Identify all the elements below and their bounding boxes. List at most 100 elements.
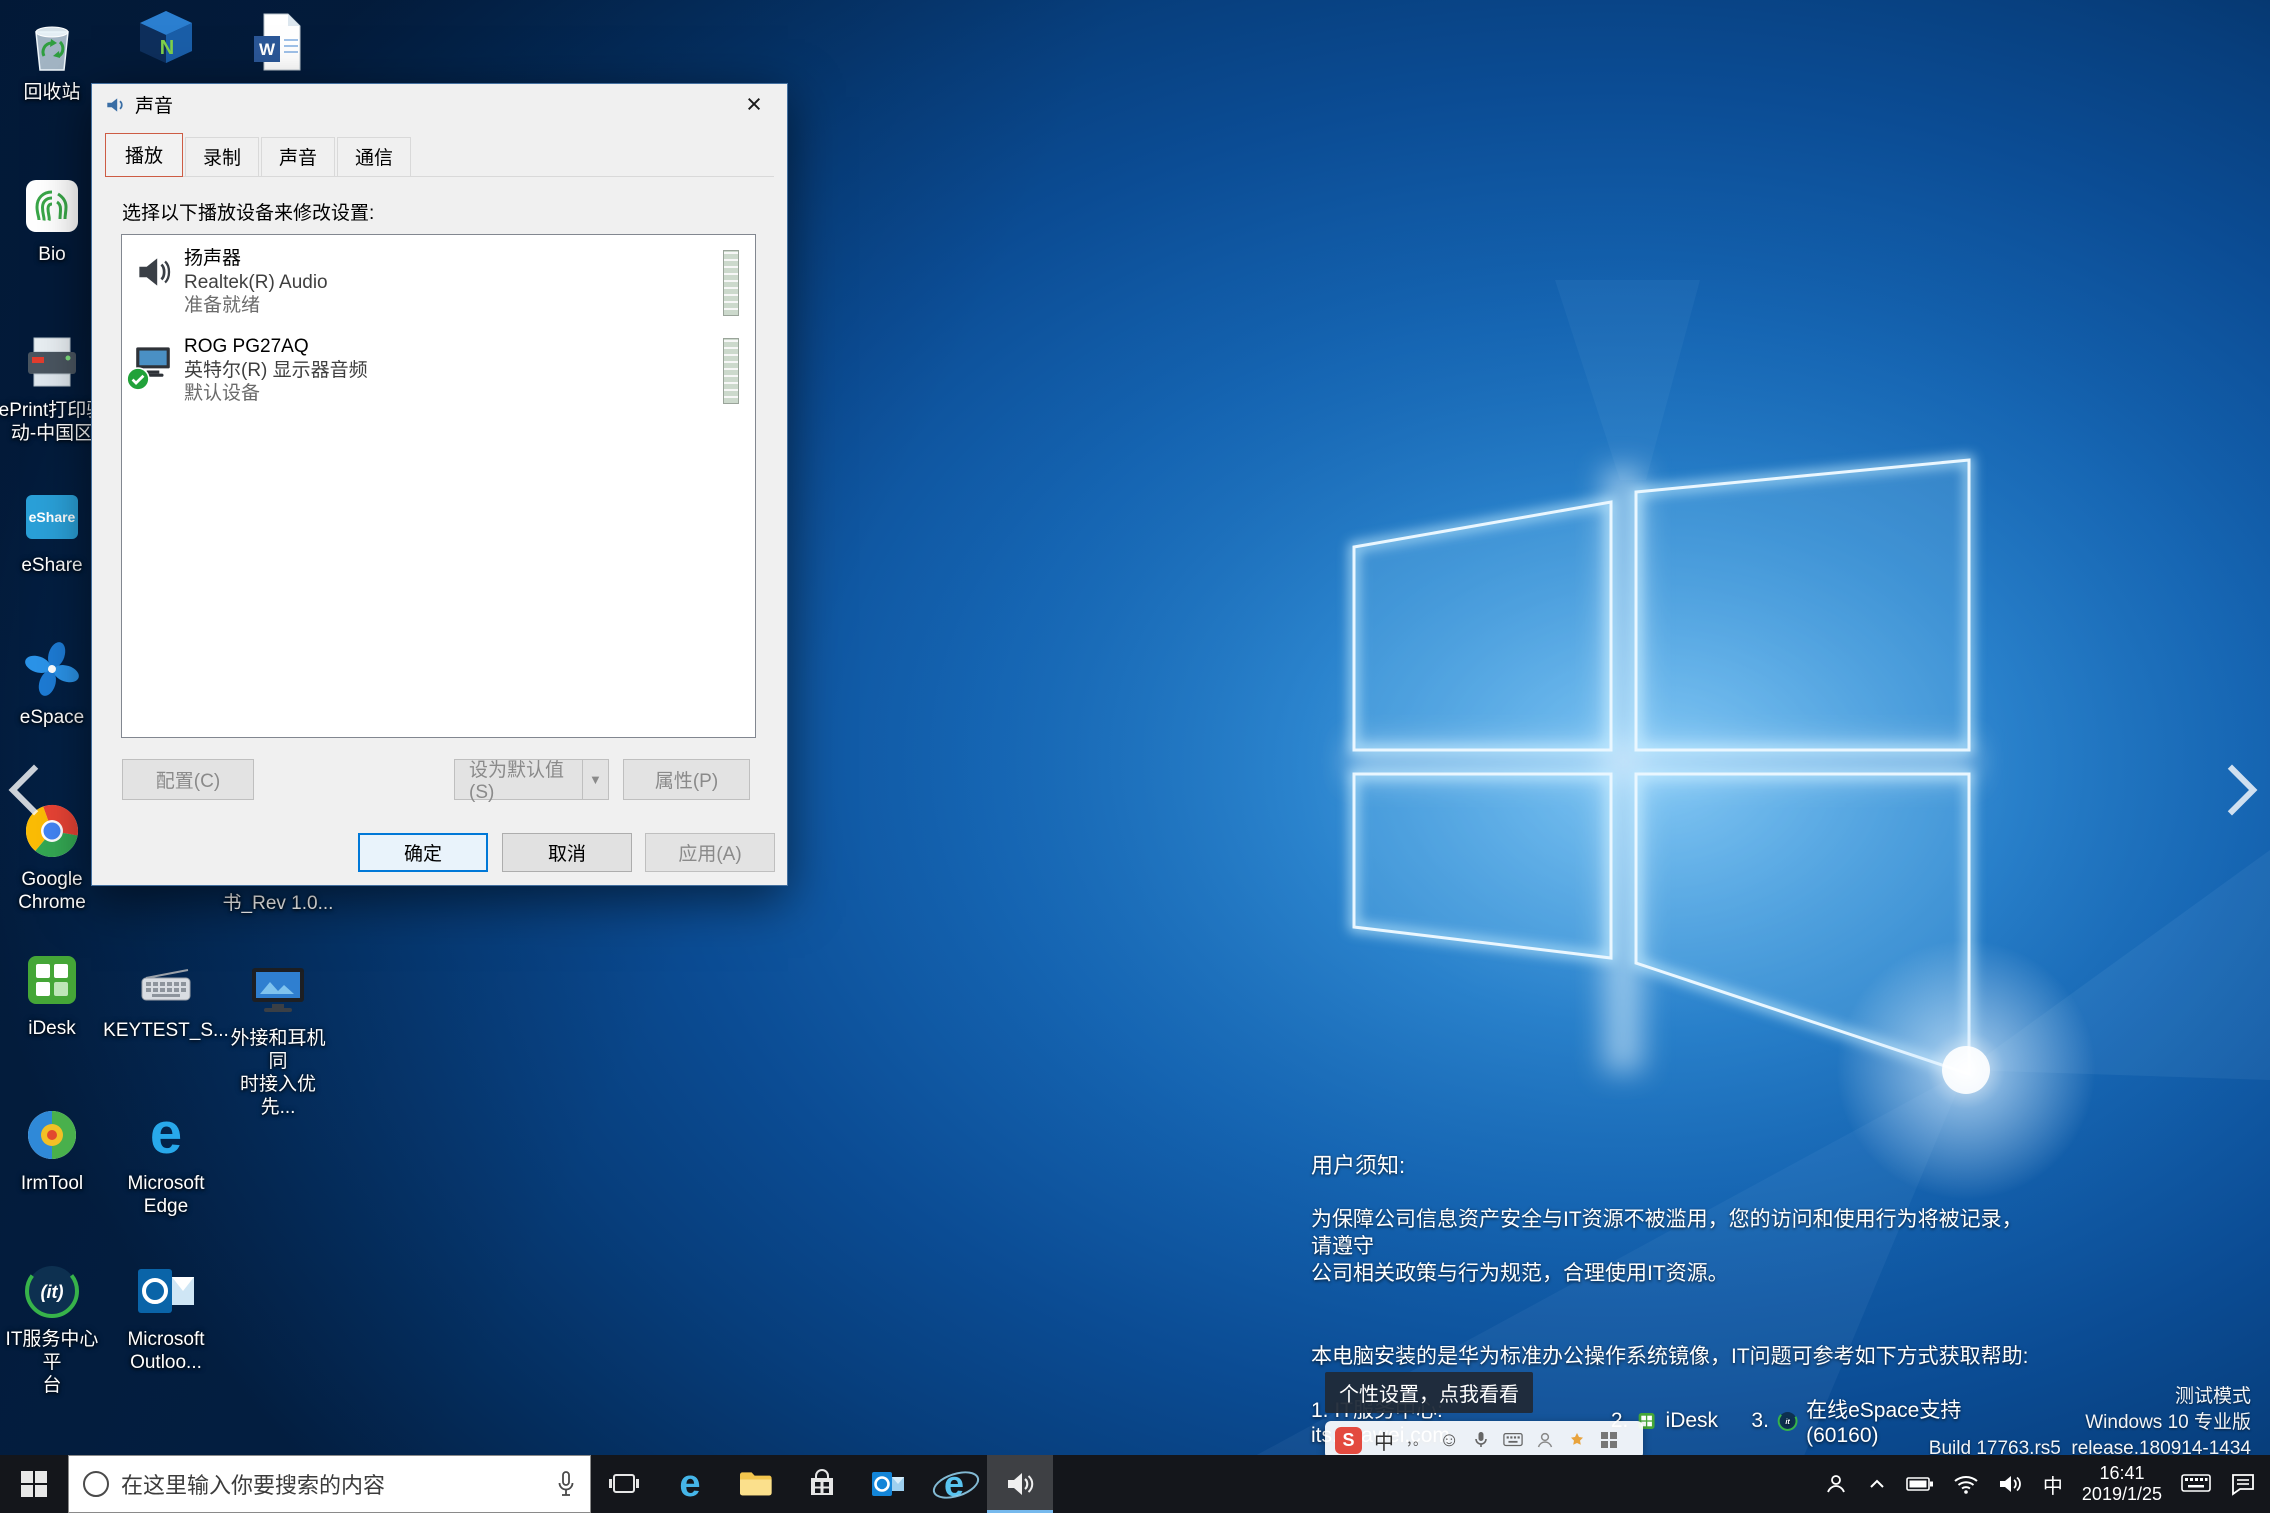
task-view-icon	[608, 1469, 640, 1499]
sogou-account-icon[interactable]	[1535, 1430, 1555, 1450]
tray-clock[interactable]: 16:41 2019/1/25	[2082, 1463, 2162, 1505]
file-explorer-icon	[738, 1469, 774, 1499]
outlook-taskbar-icon	[871, 1468, 905, 1500]
desktop-icon-microsoft-outlook[interactable]: Microsoft Outloo...	[111, 1259, 221, 1374]
icon-label: 外接和耳机同 时接入优先...	[223, 1027, 333, 1119]
icon-label: 回收站	[23, 81, 80, 104]
sound-taskbar-icon	[1004, 1469, 1036, 1499]
tray-overflow-button[interactable]	[1867, 1475, 1887, 1493]
taskbar-ie-button[interactable]: e	[921, 1455, 987, 1513]
sogou-tooltip[interactable]: 个性设置，点我看看	[1325, 1372, 1533, 1413]
device-item-speakers[interactable]: 扬声器 Realtek(R) Audio 准备就绪	[122, 243, 755, 329]
desktop-icon-word-doc[interactable]: W	[223, 10, 333, 74]
sogou-mode-toggle[interactable]: 中	[1374, 1426, 1394, 1455]
search-mic-icon[interactable]	[556, 1470, 576, 1500]
tray-people-button[interactable]	[1824, 1472, 1848, 1496]
device-status: 默认设备	[184, 382, 368, 405]
clock-time: 16:41	[2082, 1463, 2162, 1484]
action-center-icon	[2230, 1472, 2256, 1496]
icon-label: eSpace	[20, 706, 84, 729]
tab-sounds[interactable]: 声音	[261, 137, 335, 176]
fingerprint-icon	[20, 174, 84, 238]
taskbar-search-box[interactable]: 在这里输入你要搜索的内容	[68, 1455, 591, 1513]
sogou-skin-icon[interactable]	[1567, 1430, 1587, 1450]
tab-recording[interactable]: 录制	[185, 137, 259, 176]
sound-dialog: 声音 × 播放 录制 声音 通信 选择以下播放设备来修改设置: 扬声器 Real…	[91, 83, 788, 886]
desktop-icon-nx-cube[interactable]: N	[111, 7, 221, 71]
sogou-keyboard-icon[interactable]	[1503, 1430, 1523, 1450]
edge-taskbar-icon: e	[679, 1465, 700, 1503]
tray-battery-button[interactable]	[1906, 1476, 1934, 1492]
eshare-icon: eShare	[20, 485, 84, 549]
sogou-mic-icon[interactable]	[1471, 1430, 1491, 1450]
device-status: 准备就绪	[184, 294, 328, 317]
desktop-icon-irmtool[interactable]: IrmTool	[0, 1103, 107, 1195]
notice-paragraph-2: 本电脑安装的是华为标准办公操作系统镜像，IT问题可参考如下方式获取帮助:	[1311, 1343, 2031, 1370]
windows-logo-icon	[20, 1470, 48, 1498]
device-description: 英特尔(R) 显示器音频	[184, 359, 368, 382]
people-icon	[1824, 1472, 1848, 1496]
keyboard-icon	[134, 950, 198, 1014]
svg-text:(it): (it)	[41, 1282, 64, 1302]
recycle-bin-icon	[20, 12, 84, 76]
tray-ime-mode[interactable]: 中	[2043, 1470, 2063, 1499]
watermark-line-1: 测试模式	[1929, 1384, 2251, 1410]
desktop-icon-microsoft-edge[interactable]: e Microsoft Edge	[111, 1103, 221, 1218]
desktop-icon-hidden-doc-label[interactable]: 书_Rev 1.0...	[218, 888, 338, 915]
properties-button[interactable]: 属性(P)	[623, 759, 750, 800]
ok-button[interactable]: 确定	[358, 833, 488, 872]
close-button[interactable]: ×	[721, 84, 787, 125]
watermark-line-2: Windows 10 专业版	[1929, 1410, 2251, 1436]
sogou-logo-icon[interactable]: S	[1335, 1427, 1362, 1454]
help-item-2: iDesk	[1666, 1409, 1719, 1433]
desktop-icon-external-audio-doc[interactable]: 外接和耳机同 时接入优先...	[223, 958, 333, 1119]
icon-label: Google Chrome	[18, 868, 86, 914]
icon-label: Microsoft Edge	[127, 1172, 204, 1218]
tab-communications[interactable]: 通信	[337, 137, 411, 176]
taskbar-sound-button[interactable]	[987, 1455, 1053, 1513]
svg-text:eShare: eShare	[29, 509, 76, 525]
sogou-toolbox-icon[interactable]	[1599, 1430, 1619, 1450]
sogou-ime-popup: 个性设置，点我看看 S 中 ，。 ☺	[1325, 1372, 1643, 1459]
sogou-punctuation-icon[interactable]: ，。	[1406, 1430, 1427, 1450]
taskbar: 在这里输入你要搜索的内容 e	[0, 1455, 2270, 1513]
cancel-button[interactable]: 取消	[502, 833, 632, 872]
chevron-up-icon	[1867, 1475, 1887, 1493]
tray-touch-keyboard-button[interactable]	[2181, 1474, 2211, 1494]
configure-button[interactable]: 配置(C)	[122, 759, 254, 800]
system-tray: 中 16:41 2019/1/25	[1824, 1455, 2270, 1513]
touch-keyboard-icon	[2181, 1474, 2211, 1494]
speaker-title-icon	[104, 94, 126, 116]
playback-device-list[interactable]: 扬声器 Realtek(R) Audio 准备就绪 ROG PG27AQ 英特尔…	[121, 234, 756, 738]
edge-icon: e	[134, 1103, 198, 1167]
irmtool-icon	[20, 1103, 84, 1167]
desktop-icon-idesk[interactable]: iDesk	[0, 948, 107, 1040]
tray-volume-button[interactable]	[1998, 1473, 2024, 1495]
nx-cube-icon: N	[134, 7, 198, 71]
svg-text:it: it	[1785, 1417, 1790, 1426]
taskbar-file-explorer-button[interactable]	[723, 1455, 789, 1513]
dialog-tabs: 播放 录制 声音 通信	[105, 139, 774, 177]
action-center-button[interactable]	[2230, 1472, 2256, 1496]
desktop-icon-it-service-center[interactable]: (it) IT服务中心平 台	[0, 1259, 107, 1397]
apply-button[interactable]: 应用(A)	[645, 833, 775, 872]
tray-network-button[interactable]	[1953, 1473, 1979, 1495]
word-document-icon: W	[246, 10, 310, 74]
taskbar-edge-button[interactable]: e	[657, 1455, 723, 1513]
volume-meter	[723, 338, 739, 404]
taskbar-store-button[interactable]	[789, 1455, 855, 1513]
device-item-rog-pg27aq[interactable]: ROG PG27AQ 英特尔(R) 显示器音频 默认设备	[122, 331, 755, 417]
set-default-label: 设为默认值(S)	[469, 755, 570, 804]
desktop-icon-keytest[interactable]: KEYTEST_S...	[111, 950, 221, 1042]
tab-playback[interactable]: 播放	[105, 133, 183, 177]
set-default-button[interactable]: 设为默认值(S) ▼	[454, 759, 609, 800]
task-view-button[interactable]	[591, 1455, 657, 1513]
volume-icon	[1998, 1473, 2024, 1495]
dialog-titlebar[interactable]: 声音	[92, 84, 787, 125]
chevron-down-icon[interactable]: ▼	[583, 772, 608, 787]
taskbar-outlook-button[interactable]	[855, 1455, 921, 1513]
playback-instruction: 选择以下播放设备来修改设置:	[122, 198, 374, 225]
svg-text:e: e	[150, 1103, 182, 1166]
start-button[interactable]	[0, 1455, 68, 1513]
sogou-emoji-icon[interactable]: ☺	[1439, 1429, 1459, 1452]
